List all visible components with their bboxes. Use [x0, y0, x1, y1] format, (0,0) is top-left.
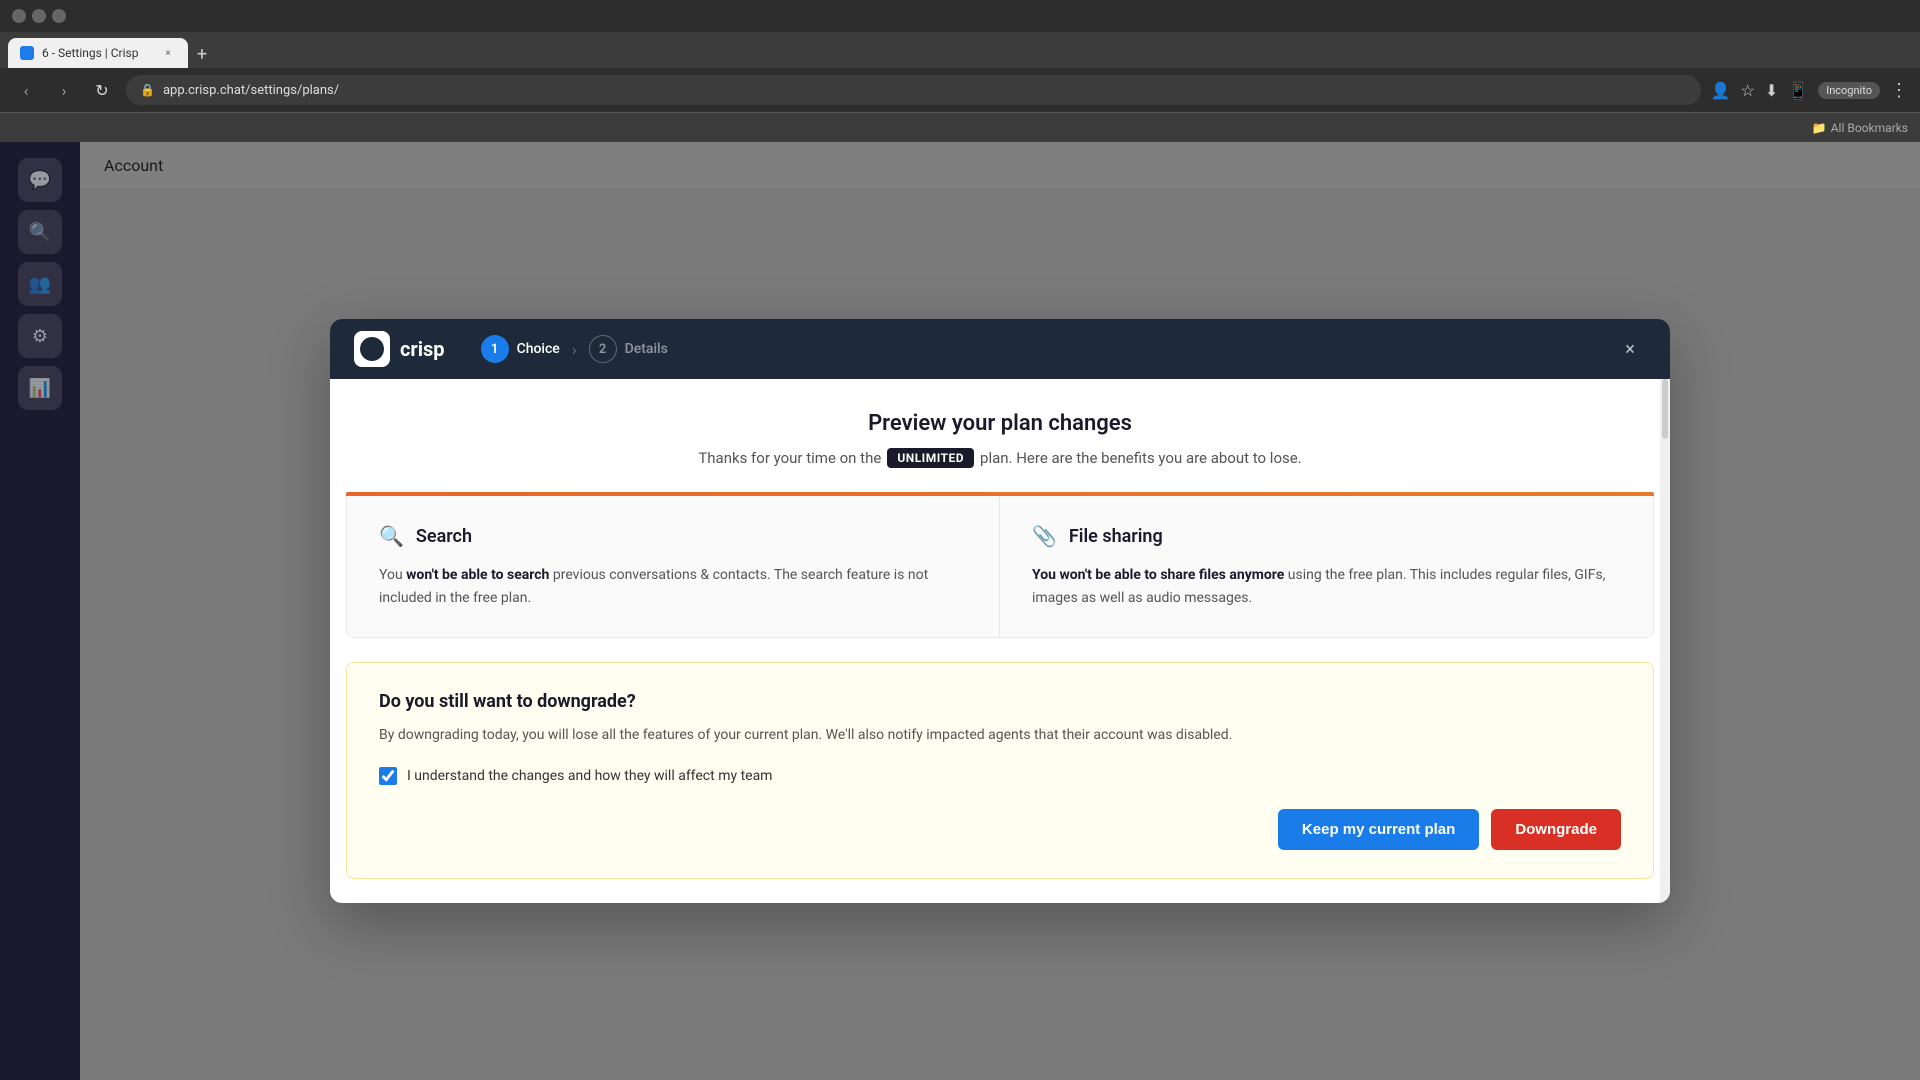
- understand-checkbox[interactable]: [379, 767, 397, 785]
- file-desc-bold: You won't be able to share files anymore: [1032, 567, 1284, 583]
- devices-icon: 📱: [1788, 81, 1808, 100]
- bookmarks-label: All Bookmarks: [1831, 121, 1908, 135]
- step-1: 1 Choice: [481, 335, 560, 363]
- url-bar[interactable]: 🔒 app.crisp.chat/settings/plans/: [126, 75, 1701, 105]
- checkbox-label: I understand the changes and how they wi…: [407, 768, 772, 784]
- crisp-logo-icon: [354, 331, 390, 367]
- feature-file-title: File sharing: [1069, 526, 1163, 547]
- downgrade-title: Do you still want to downgrade?: [379, 691, 1621, 712]
- feature-search-desc: You won't be able to search previous con…: [379, 564, 967, 609]
- forward-button[interactable]: ›: [50, 76, 78, 104]
- scrollbar-thumb: [1662, 379, 1668, 439]
- feature-search-title: Search: [416, 526, 472, 547]
- sidebar-icon-analytics[interactable]: 📊: [18, 366, 62, 410]
- sidebar-icon-home[interactable]: 💬: [18, 158, 62, 202]
- feature-search-header: 🔍 Search: [379, 524, 967, 548]
- modal-close-button[interactable]: ×: [1614, 333, 1646, 365]
- sidebar-icon-search[interactable]: 🔍: [18, 210, 62, 254]
- bookmarks-bar: 📁 All Bookmarks: [0, 112, 1920, 142]
- crisp-logo: crisp: [354, 331, 445, 367]
- modal-overlay: crisp 1 Choice › 2 Details ×: [80, 142, 1920, 1080]
- tab-title: 6 - Settings | Crisp: [42, 46, 138, 60]
- modal-scrollbar[interactable]: [1660, 379, 1670, 902]
- tab-favicon: [20, 46, 34, 60]
- stepper: 1 Choice › 2 Details: [481, 335, 668, 363]
- feature-file-header: 📎 File sharing: [1032, 524, 1621, 548]
- action-buttons: Keep my current plan Downgrade: [379, 809, 1621, 850]
- preview-header: Preview your plan changes Thanks for you…: [330, 379, 1670, 492]
- minimize-button[interactable]: —: [12, 9, 26, 23]
- window-controls: — □ ×: [12, 9, 66, 23]
- downgrade-section: Do you still want to downgrade? By downg…: [346, 662, 1654, 878]
- feature-file-desc: You won't be able to share files anymore…: [1032, 564, 1621, 609]
- maximize-button[interactable]: □: [32, 9, 46, 23]
- menu-icon[interactable]: ⋮: [1890, 80, 1908, 101]
- keep-plan-button[interactable]: Keep my current plan: [1278, 809, 1479, 850]
- step-1-label: Choice: [517, 341, 560, 357]
- preview-title: Preview your plan changes: [354, 411, 1646, 436]
- subtitle-after: plan. Here are the benefits you are abou…: [980, 449, 1302, 467]
- titlebar: — □ ×: [0, 0, 1920, 32]
- downgrade-button[interactable]: Downgrade: [1491, 809, 1621, 850]
- downgrade-description: By downgrading today, you will lose all …: [379, 724, 1621, 746]
- features-grid: 🔍 Search You won't be able to search pre…: [346, 496, 1654, 638]
- step-1-number: 1: [481, 335, 509, 363]
- incognito-badge: Incognito: [1818, 82, 1880, 99]
- modal-dialog: crisp 1 Choice › 2 Details ×: [330, 319, 1670, 902]
- private-icon: 👤: [1711, 81, 1731, 100]
- paperclip-icon: 📎: [1032, 524, 1057, 548]
- lock-icon: 🔒: [140, 83, 155, 97]
- sidebar: 💬 🔍 👥 ⚙ 📊: [0, 142, 80, 1080]
- subtitle-before: Thanks for your time on the: [698, 449, 881, 467]
- sidebar-icon-users[interactable]: 👥: [18, 262, 62, 306]
- checkbox-row: I understand the changes and how they wi…: [379, 767, 1621, 785]
- tab-bar: 6 - Settings | Crisp × +: [0, 32, 1920, 68]
- search-icon: 🔍: [379, 524, 404, 548]
- main-content-behind: Account crisp 1 Choice: [80, 142, 1920, 1080]
- bookmarks-folder-icon: 📁: [1812, 121, 1827, 135]
- close-button[interactable]: ×: [52, 9, 66, 23]
- star-icon: ☆: [1741, 81, 1755, 100]
- sidebar-icon-settings[interactable]: ⚙: [18, 314, 62, 358]
- url-text: app.crisp.chat/settings/plans/: [163, 83, 339, 98]
- step-divider: ›: [572, 340, 577, 359]
- search-desc-before: You: [379, 567, 406, 583]
- step-2-number: 2: [589, 335, 617, 363]
- search-desc-bold: won't be able to search: [406, 567, 549, 583]
- page-content: 💬 🔍 👥 ⚙ 📊 Account crisp: [0, 142, 1920, 1080]
- download-icon: ⬇: [1765, 81, 1778, 100]
- feature-file-sharing: 📎 File sharing You won't be able to shar…: [1000, 496, 1653, 637]
- back-button[interactable]: ‹: [12, 76, 40, 104]
- active-tab[interactable]: 6 - Settings | Crisp ×: [8, 38, 188, 68]
- address-bar: ‹ › ↻ 🔒 app.crisp.chat/settings/plans/ 👤…: [0, 68, 1920, 112]
- new-tab-button[interactable]: +: [188, 40, 216, 68]
- plan-badge: UNLIMITED: [887, 448, 974, 468]
- preview-subtitle: Thanks for your time on the UNLIMITED pl…: [354, 448, 1646, 468]
- feature-search: 🔍 Search You won't be able to search pre…: [347, 496, 1000, 637]
- step-2-label: Details: [625, 341, 668, 357]
- reload-button[interactable]: ↻: [88, 76, 116, 104]
- crisp-logo-inner: [360, 337, 384, 361]
- step-2: 2 Details: [589, 335, 668, 363]
- modal-header: crisp 1 Choice › 2 Details ×: [330, 319, 1670, 379]
- logo-text: crisp: [400, 337, 445, 361]
- features-section: 🔍 Search You won't be able to search pre…: [346, 492, 1654, 638]
- tab-close-button[interactable]: ×: [160, 45, 176, 61]
- modal-body: Preview your plan changes Thanks for you…: [330, 379, 1670, 902]
